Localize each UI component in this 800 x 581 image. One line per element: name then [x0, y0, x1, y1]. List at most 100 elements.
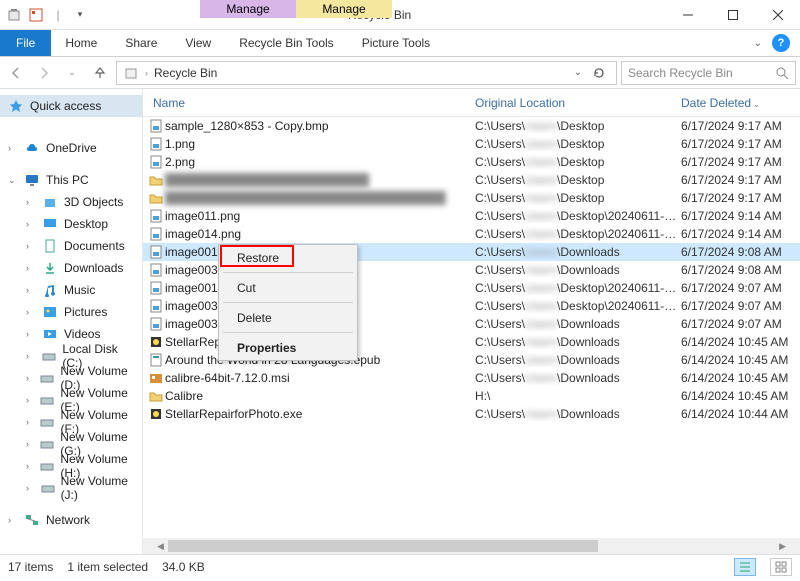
- file-name: █████████████████████████████████: [165, 191, 475, 205]
- file-row[interactable]: StellarRepairforPhoto.exeC:\Users\Usern\…: [143, 405, 800, 423]
- file-row[interactable]: ████████████████████████C:\Users\Usern\D…: [143, 171, 800, 189]
- ribbon-expand-icon[interactable]: ⌄: [754, 38, 762, 49]
- up-button[interactable]: [88, 61, 112, 85]
- menu-restore[interactable]: Restore: [219, 245, 357, 270]
- file-row[interactable]: 1.pngC:\Users\Usern\Desktop6/17/2024 9:1…: [143, 135, 800, 153]
- ribbon-share-tab[interactable]: Share: [111, 30, 171, 56]
- folder-icon: [42, 326, 58, 342]
- close-button[interactable]: [755, 0, 800, 30]
- file-icon: [147, 353, 165, 367]
- scroll-left-icon[interactable]: ◀: [157, 541, 164, 552]
- qat-properties-icon[interactable]: [28, 7, 44, 23]
- menu-cut[interactable]: Cut: [219, 275, 357, 300]
- menu-properties[interactable]: Properties: [219, 335, 357, 360]
- file-location: C:\Users\Usern\Desktop: [475, 119, 681, 133]
- sidebar-item[interactable]: ›Pictures: [0, 301, 142, 323]
- sidebar-item[interactable]: ›Documents: [0, 235, 142, 257]
- monitor-icon: [24, 172, 40, 188]
- chevron-right-icon: ›: [26, 307, 36, 317]
- ribbon-file-tab[interactable]: File: [0, 30, 51, 56]
- file-date: 6/14/2024 10:45 AM: [681, 371, 800, 385]
- file-row[interactable]: image011.pngC:\Users\Usern\Desktop\20240…: [143, 207, 800, 225]
- sidebar-item[interactable]: ›New Volume (J:): [0, 477, 142, 499]
- sidebar-network[interactable]: › Network: [0, 509, 142, 531]
- ribbon-home-tab[interactable]: Home: [51, 30, 111, 56]
- file-row[interactable]: image014.pngC:\Users\Usern\Desktop\20240…: [143, 225, 800, 243]
- file-date: 6/17/2024 9:14 AM: [681, 227, 800, 241]
- folder-icon: [40, 370, 54, 386]
- sidebar-item[interactable]: ›Music: [0, 279, 142, 301]
- file-date: 6/17/2024 9:07 AM: [681, 281, 800, 295]
- address-dropdown-icon[interactable]: ⌄: [574, 67, 582, 78]
- file-location: C:\Users\Usern\Downloads: [475, 335, 681, 349]
- column-original-location[interactable]: Original Location: [475, 96, 681, 110]
- sidebar-item[interactable]: ›Desktop: [0, 213, 142, 235]
- ribbon-picture-tools-tab[interactable]: Picture Tools: [348, 30, 444, 56]
- file-location: C:\Users\Usern\Desktop: [475, 191, 681, 205]
- search-input[interactable]: Search Recycle Bin: [621, 61, 796, 85]
- ribbon: File Home Share View Recycle Bin Tools P…: [0, 30, 800, 57]
- file-location: H:\: [475, 389, 681, 403]
- file-row[interactable]: 2.pngC:\Users\Usern\Desktop6/17/2024 9:1…: [143, 153, 800, 171]
- ribbon-recycle-tools-tab[interactable]: Recycle Bin Tools: [225, 30, 348, 56]
- navigation-pane[interactable]: Quick access › OneDrive ⌄ This PC ›3D Ob…: [0, 89, 143, 554]
- menu-separator: [223, 302, 353, 303]
- file-icon: [147, 173, 165, 187]
- file-row[interactable]: sample_1280×853 - Copy.bmpC:\Users\Usern…: [143, 117, 800, 135]
- sidebar-item[interactable]: ›3D Objects: [0, 191, 142, 213]
- contextual-group-picture: Manage: [296, 0, 392, 18]
- scroll-right-icon[interactable]: ▶: [779, 541, 786, 552]
- file-name: Calibre: [165, 389, 475, 403]
- file-name: ████████████████████████: [165, 173, 475, 187]
- chevron-right-icon: ›: [26, 263, 36, 273]
- file-location: C:\Users\Usern\Desktop: [475, 137, 681, 151]
- file-row[interactable]: calibre-64bit-7.12.0.msiC:\Users\Usern\D…: [143, 369, 800, 387]
- file-row[interactable]: CalibreH:\6/14/2024 10:45 AM: [143, 387, 800, 405]
- file-date: 6/14/2024 10:45 AM: [681, 353, 800, 367]
- sidebar-onedrive[interactable]: › OneDrive: [0, 137, 142, 159]
- qat-dropdown-icon[interactable]: ▾: [72, 7, 88, 23]
- column-name[interactable]: Name: [147, 96, 475, 110]
- status-bar: 17 items 1 item selected 34.0 KB: [0, 554, 800, 579]
- chevron-right-icon: ›: [26, 329, 36, 339]
- details-view-button[interactable]: [734, 558, 756, 576]
- folder-icon: [42, 304, 58, 320]
- folder-icon: [40, 392, 54, 408]
- sidebar-item[interactable]: ›Downloads: [0, 257, 142, 279]
- menu-separator: [223, 332, 353, 333]
- forward-button[interactable]: [32, 61, 56, 85]
- file-icon: [147, 137, 165, 151]
- file-date: 6/17/2024 9:07 AM: [681, 317, 800, 331]
- help-icon[interactable]: ?: [772, 34, 790, 52]
- address-field[interactable]: › Recycle Bin ⌄: [116, 61, 617, 85]
- scrollbar-thumb[interactable]: [168, 540, 598, 552]
- qat-separator-icon: |: [50, 7, 66, 23]
- menu-delete[interactable]: Delete: [219, 305, 357, 330]
- recent-dropdown[interactable]: ⌄: [60, 61, 84, 85]
- chevron-right-icon: ›: [145, 68, 148, 78]
- horizontal-scrollbar[interactable]: ◀ ▶: [143, 538, 800, 554]
- chevron-right-icon: ›: [26, 197, 36, 207]
- recycle-bin-path-icon: [123, 65, 139, 81]
- ribbon-view-tab[interactable]: View: [171, 30, 225, 56]
- sidebar-quick-access[interactable]: Quick access: [0, 95, 142, 117]
- file-icon: [147, 245, 165, 259]
- file-location: C:\Users\Usern\Desktop: [475, 173, 681, 187]
- chevron-right-icon: ›: [26, 395, 34, 405]
- sidebar-this-pc[interactable]: ⌄ This PC: [0, 169, 142, 191]
- menu-separator: [223, 272, 353, 273]
- file-icon: [147, 263, 165, 277]
- thumbnails-view-button[interactable]: [770, 558, 792, 576]
- minimize-button[interactable]: [665, 0, 710, 30]
- refresh-icon[interactable]: [588, 66, 610, 80]
- folder-icon: [41, 480, 55, 496]
- file-location: C:\Users\Usern\Downloads: [475, 245, 681, 259]
- folder-icon: [41, 348, 56, 364]
- file-row[interactable]: █████████████████████████████████C:\User…: [143, 189, 800, 207]
- back-button[interactable]: [4, 61, 28, 85]
- maximize-button[interactable]: [710, 0, 755, 30]
- file-icon: [147, 209, 165, 223]
- file-date: 6/14/2024 10:45 AM: [681, 335, 800, 349]
- file-icon: [147, 389, 165, 403]
- column-date-deleted[interactable]: Date Deleted⌄: [681, 96, 800, 110]
